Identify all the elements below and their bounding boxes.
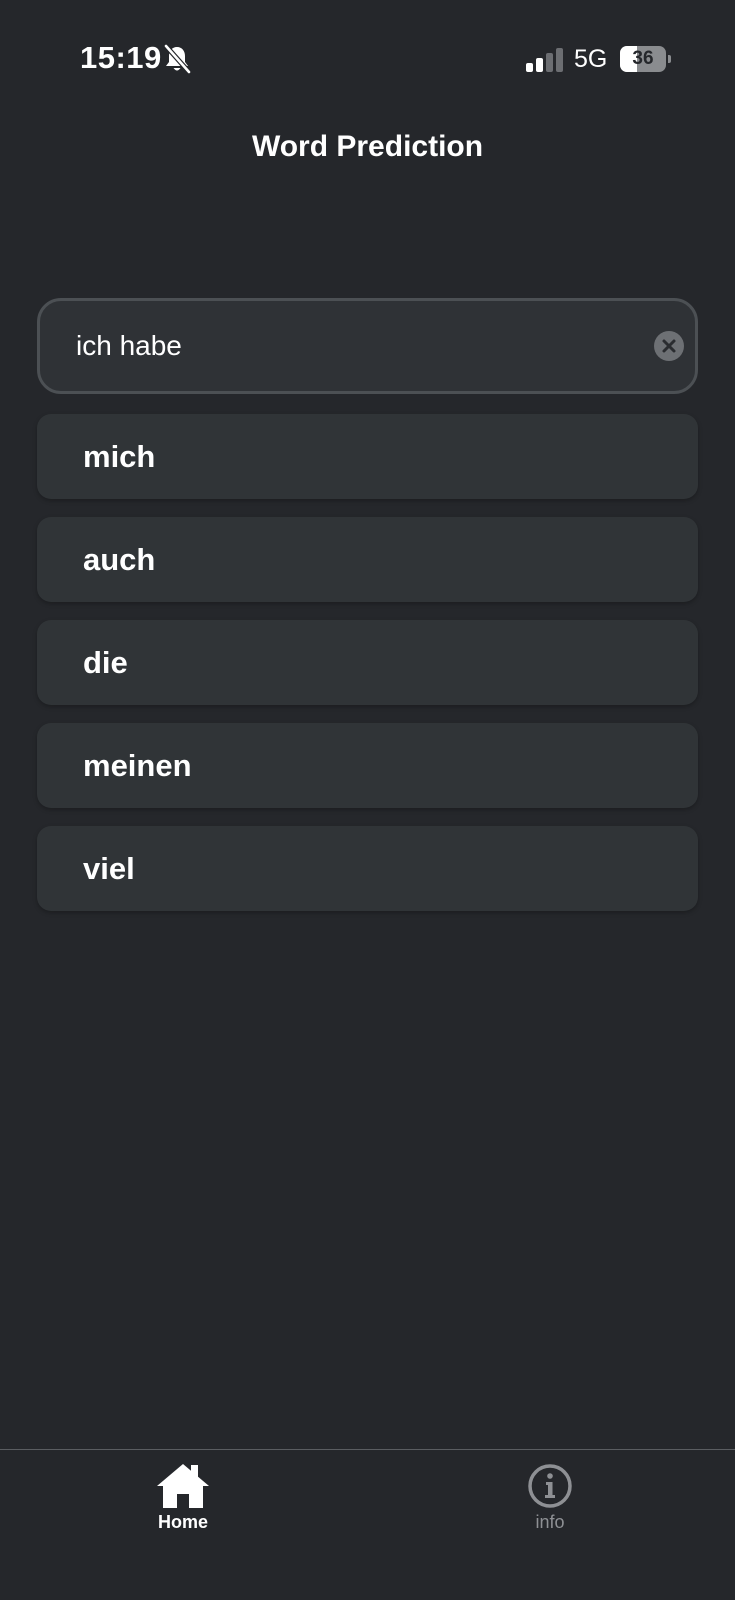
status-time: 15:19 [80, 40, 162, 75]
suggestion-item[interactable]: meinen [37, 723, 698, 808]
signal-bars-icon [526, 48, 563, 72]
app-screen: 15:19 5G 36 Word Prediction ich habe mic… [0, 0, 735, 1600]
search-box[interactable] [37, 298, 698, 394]
suggestion-item[interactable]: die [37, 620, 698, 705]
tab-label: Home [157, 1512, 208, 1532]
search-input[interactable] [76, 301, 636, 391]
battery-icon: 36 [620, 46, 672, 72]
battery-tip [668, 55, 671, 63]
suggestion-label: auch [83, 542, 156, 577]
suggestion-label: meinen [83, 748, 192, 783]
tab-home[interactable]: Home [113, 1462, 253, 1542]
clear-button[interactable] [654, 331, 684, 361]
bell-slash-icon [163, 44, 191, 74]
suggestion-item[interactable]: mich [37, 414, 698, 499]
status-bar: 15:19 5G 36 [0, 0, 735, 120]
battery-body: 36 [620, 46, 666, 72]
tab-info[interactable]: info [480, 1462, 620, 1542]
suggestion-item[interactable]: auch [37, 517, 698, 602]
page-title: Word Prediction [251, 130, 484, 163]
tab-bar: Home info [0, 1449, 735, 1600]
info-icon [528, 1464, 572, 1508]
suggestion-label: mich [83, 439, 156, 474]
network-label: 5G [574, 45, 608, 73]
suggestion-label: die [83, 645, 128, 680]
tab-label: info [535, 1512, 565, 1532]
home-icon [157, 1464, 209, 1508]
battery-level: 36 [632, 48, 654, 69]
close-circle-icon [662, 339, 676, 353]
suggestion-list: mich auch die meinen viel [37, 414, 698, 929]
suggestion-label: viel [83, 851, 135, 886]
suggestion-item[interactable]: viel [37, 826, 698, 911]
